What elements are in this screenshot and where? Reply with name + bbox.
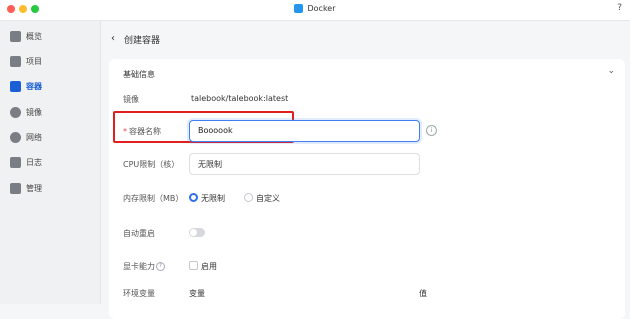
page-title: 创建容器: [124, 36, 161, 46]
required-asterisk: *: [123, 127, 127, 136]
info-icon[interactable]: i: [426, 125, 437, 136]
collapse-chevron-icon[interactable]: ⌄: [607, 66, 615, 76]
sidebar-item-project[interactable]: 项目: [0, 54, 100, 70]
image-label: 镜像: [123, 95, 139, 104]
image-value: talebook/talebook:latest: [191, 94, 289, 103]
env-vars-label: 环境变量: [123, 289, 155, 298]
window-title: Docker: [0, 4, 630, 13]
cpu-limit-label: CPU限制（核）: [123, 160, 180, 169]
image-icon: [10, 107, 21, 118]
form-card: 基础信息 ⌄ 镜像 talebook/talebook:latest * 容器名称…: [109, 59, 625, 319]
docker-logo-icon: [294, 4, 304, 13]
gpu-enable-label: 启用: [201, 262, 217, 271]
sidebar-item-container[interactable]: 容器: [0, 79, 100, 95]
memory-unlimited-radio[interactable]: [189, 193, 198, 202]
toggle-knob: [190, 229, 197, 236]
gpu-enable-checkbox[interactable]: [189, 261, 198, 270]
help-icon[interactable]: ?: [617, 3, 622, 13]
container-name-value: Boooook: [198, 126, 233, 135]
auto-restart-toggle[interactable]: [189, 228, 205, 237]
sidebar-item-log[interactable]: 日志: [0, 155, 100, 171]
main-content: ‹ 创建容器 基础信息 ⌄ 镜像 talebook/talebook:lates…: [101, 21, 630, 319]
container-icon: [10, 81, 21, 92]
sidebar-item-network[interactable]: 网络: [0, 130, 100, 146]
log-icon: [10, 157, 21, 168]
container-name-input[interactable]: Boooook: [189, 120, 420, 142]
auto-restart-label: 自动重启: [123, 229, 155, 238]
section-title: 基础信息: [123, 70, 155, 79]
sidebar: 概览 项目 容器 镜像 网络 日志 管理: [0, 21, 101, 304]
memory-custom-label: 自定义: [256, 194, 280, 203]
gpu-label: 显卡能力: [123, 262, 155, 271]
memory-custom-radio[interactable]: [244, 193, 253, 202]
network-icon: [10, 132, 21, 143]
container-name-label: * 容器名称: [123, 127, 161, 136]
title-bar: Docker ?: [0, 0, 630, 21]
memory-unlimited-label: 无限制: [201, 194, 225, 203]
sidebar-item-image[interactable]: 镜像: [0, 105, 100, 121]
back-chevron-icon[interactable]: ‹: [111, 33, 115, 44]
cpu-limit-select[interactable]: 无限制 ⌄: [189, 153, 420, 175]
overview-icon: [10, 31, 21, 42]
env-var-column-header: 变量: [189, 289, 205, 298]
help-circle-icon[interactable]: ?: [156, 262, 165, 271]
chevron-down-icon: ⌄: [198, 158, 205, 167]
env-value-column-header: 值: [419, 289, 427, 298]
sidebar-item-overview[interactable]: 概览: [0, 29, 100, 45]
memory-limit-label: 内存限制（MB）: [123, 194, 184, 203]
project-icon: [10, 56, 21, 67]
manage-icon: [10, 183, 21, 194]
sidebar-item-manage[interactable]: 管理: [0, 181, 100, 197]
